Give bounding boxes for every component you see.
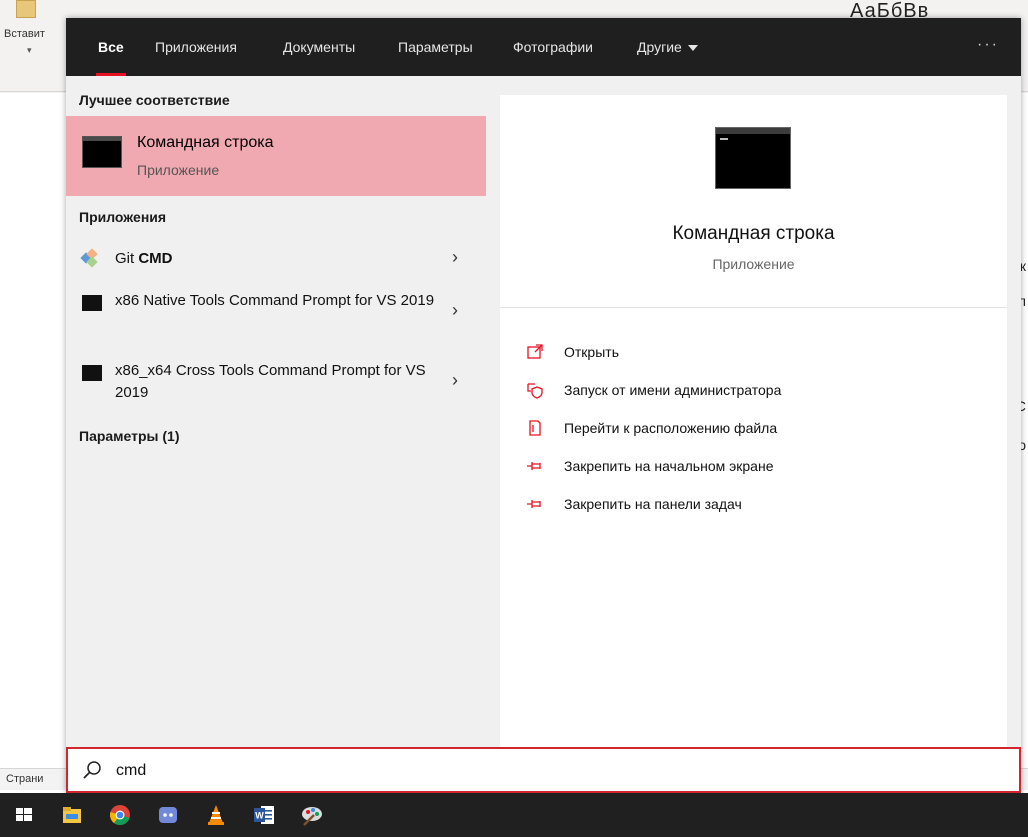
tab-label: Параметры — [398, 39, 473, 55]
paint-icon — [300, 803, 324, 827]
file-explorer-button[interactable] — [48, 793, 96, 837]
action-label: Запуск от имени администратора — [564, 382, 782, 398]
pin-icon — [526, 457, 544, 475]
tab-label: Документы — [283, 39, 356, 55]
action-label: Закрепить на панели задач — [564, 496, 742, 512]
discord-icon — [156, 803, 180, 827]
apps-header: Приложения — [79, 209, 167, 225]
tab-photos[interactable]: Фотографии — [511, 18, 595, 76]
search-input[interactable] — [116, 757, 996, 785]
svg-text:W: W — [255, 811, 264, 821]
open-file-location-action[interactable]: Перейти к расположению файла — [526, 417, 986, 443]
search-box — [66, 747, 1021, 793]
action-label: Закрепить на начальном экране — [564, 458, 774, 474]
app-item-x86-native-tools[interactable]: x86 Native Tools Command Prompt for VS 2… — [66, 288, 486, 342]
cmd-icon — [82, 295, 102, 311]
tab-more[interactable]: Другие — [635, 18, 700, 76]
tab-label: Приложения — [155, 39, 237, 55]
run-as-admin-action[interactable]: Запуск от имени администратора — [526, 379, 986, 405]
pin-icon — [526, 495, 544, 513]
best-match-item[interactable]: Командная строка Приложение — [66, 116, 486, 196]
app-label-plain: Git — [115, 250, 139, 267]
vlc-button[interactable] — [192, 793, 240, 837]
pin-to-start-action[interactable]: Закрепить на начальном экране — [526, 455, 986, 481]
preview-subtitle: Приложение — [712, 256, 795, 272]
results-list: Лучшее соответствие Командная строка При… — [66, 76, 486, 750]
paste-label[interactable]: Вставит — [4, 28, 45, 40]
word-button[interactable]: W — [240, 793, 288, 837]
taskbar: W — [0, 793, 1028, 837]
chevron-right-icon[interactable]: › — [452, 247, 458, 268]
chevron-right-icon[interactable]: › — [452, 370, 458, 391]
shield-icon — [526, 381, 544, 399]
open-action[interactable]: Открыть — [526, 341, 986, 367]
tab-all[interactable]: Все — [96, 18, 126, 76]
tab-settings[interactable]: Параметры — [396, 18, 475, 76]
best-match-subtitle: Приложение — [137, 162, 220, 178]
app-item-label: x86_x64 Cross Tools Command Prompt for V… — [115, 362, 426, 401]
app-item-label: Git CMD — [115, 248, 435, 270]
vlc-icon — [204, 803, 228, 827]
windows-search-panel: Все Приложения Документы Параметры Фотог… — [66, 18, 1021, 793]
preview-title: Командная строка — [672, 223, 835, 244]
cmd-icon — [715, 127, 791, 189]
action-label: Перейти к расположению файла — [564, 420, 778, 436]
start-button[interactable] — [0, 793, 48, 837]
paint-button[interactable] — [288, 793, 336, 837]
file-explorer-icon — [60, 803, 84, 827]
chrome-button[interactable] — [96, 793, 144, 837]
chevron-down-icon — [687, 45, 698, 52]
git-icon — [80, 248, 102, 268]
settings-header[interactable]: Параметры (1) — [79, 428, 180, 444]
search-filter-tabs: Все Приложения Документы Параметры Фотог… — [66, 18, 1021, 76]
cmd-icon — [82, 136, 122, 168]
app-item-x86-x64-cross-tools[interactable]: x86_x64 Cross Tools Command Prompt for V… — [66, 358, 486, 412]
action-label: Открыть — [564, 344, 619, 360]
cmd-icon — [82, 365, 102, 381]
app-label-bold: CMD — [138, 250, 173, 267]
tab-label: Все — [98, 39, 124, 55]
best-match-title: Командная строка — [137, 134, 274, 151]
chevron-right-icon[interactable]: › — [452, 300, 458, 321]
word-icon: W — [252, 803, 276, 827]
tab-apps[interactable]: Приложения — [153, 18, 239, 76]
tab-documents[interactable]: Документы — [281, 18, 357, 76]
tab-label: Фотографии — [513, 39, 594, 55]
best-match-header: Лучшее соответствие — [79, 92, 230, 108]
chrome-icon — [108, 803, 132, 827]
start-icon — [12, 803, 36, 827]
app-item-label: x86 Native Tools Command Prompt for VS 2… — [115, 292, 435, 309]
app-item-git-cmd[interactable]: Git CMD › — [66, 242, 486, 278]
open-icon — [526, 343, 544, 361]
page-status-text: Страни — [6, 773, 44, 785]
file-location-icon — [526, 419, 544, 437]
pin-to-taskbar-action[interactable]: Закрепить на панели задач — [526, 493, 986, 519]
tab-label: Другие — [637, 39, 682, 55]
paste-icon[interactable] — [16, 0, 36, 18]
more-options-button[interactable]: ··· — [977, 18, 999, 76]
paste-dropdown-arrow-icon[interactable]: ▾ — [27, 45, 32, 56]
preview-pane: Командная строка Приложение Открыть Запу… — [500, 95, 1007, 750]
search-icon — [82, 760, 102, 780]
discord-button[interactable] — [144, 793, 192, 837]
divider — [500, 307, 1007, 308]
